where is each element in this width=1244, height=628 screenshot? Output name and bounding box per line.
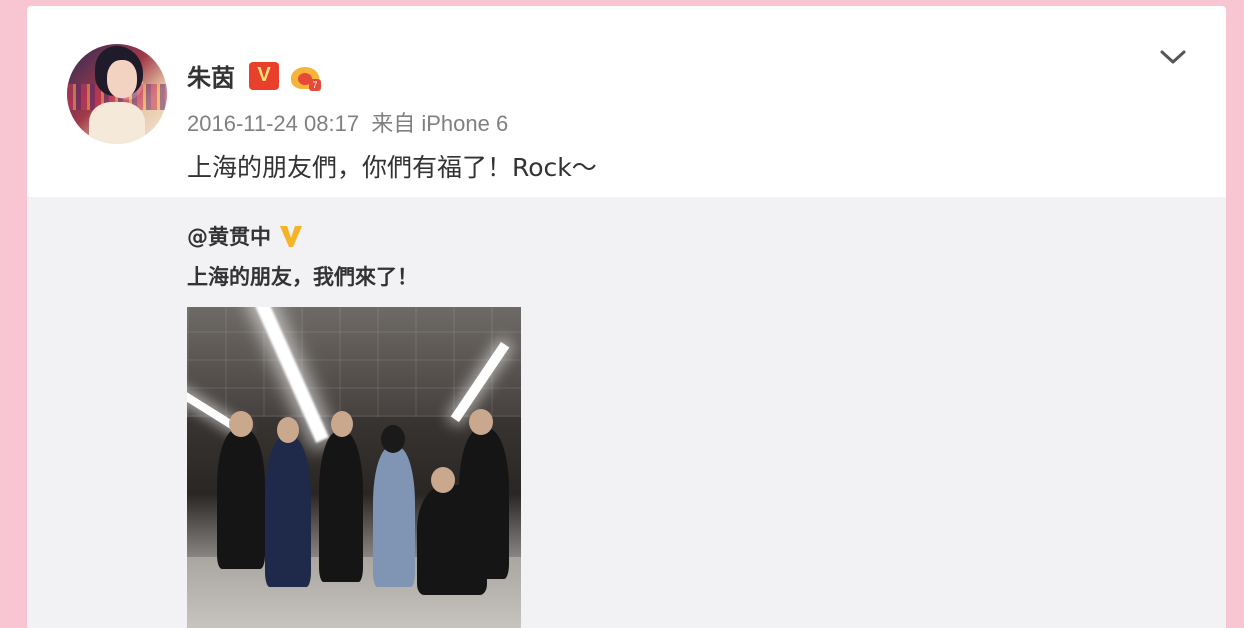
post-text: 上海的朋友們，你們有福了！Rock～ xyxy=(187,153,597,182)
photo-person-head xyxy=(469,409,493,435)
photo-person xyxy=(373,447,415,587)
weibo-post-card: 朱茵 V 7 2016-11-24 08:17 来自 iPhone 6 上海的朋… xyxy=(27,6,1226,628)
photo-person-head xyxy=(331,411,353,437)
original-author-name[interactable]: @黄贯中 xyxy=(187,221,271,251)
post-source[interactable]: iPhone 6 xyxy=(421,111,508,136)
photo-person xyxy=(217,429,265,569)
post-timestamp[interactable]: 2016-11-24 08:17 xyxy=(187,111,359,136)
verified-yellow-v-icon[interactable] xyxy=(277,222,305,250)
photo-person-head xyxy=(277,417,299,443)
original-author-row: @黄贯中 xyxy=(187,221,305,251)
post-meta: 2016-11-24 08:17 来自 iPhone 6 xyxy=(187,106,508,138)
photo-person-head xyxy=(381,425,405,453)
avatar[interactable] xyxy=(67,44,167,144)
photo-person-head xyxy=(229,411,253,437)
post-photo[interactable] xyxy=(187,307,521,628)
author-name[interactable]: 朱茵 xyxy=(187,58,235,93)
verified-v-icon[interactable]: V xyxy=(249,61,279,90)
member-level-badge: 7 xyxy=(309,78,321,91)
photo-person xyxy=(319,432,363,582)
photo-person-head xyxy=(431,467,455,493)
source-prefix: 来自 xyxy=(371,111,416,136)
chevron-down-icon[interactable] xyxy=(1158,42,1188,72)
photo-person xyxy=(459,429,509,579)
reposted-content[interactable]: @黄贯中 上海的朋友，我們來了！ xyxy=(27,197,1226,628)
chevron-down-svg xyxy=(1160,50,1186,64)
avatar-face xyxy=(107,60,137,98)
author-row: 朱茵 V 7 xyxy=(187,58,321,93)
photo-person xyxy=(265,437,311,587)
crown-member-icon[interactable]: 7 xyxy=(289,61,321,91)
original-post-text: 上海的朋友，我們來了！ xyxy=(187,265,418,289)
avatar-body xyxy=(89,102,145,144)
